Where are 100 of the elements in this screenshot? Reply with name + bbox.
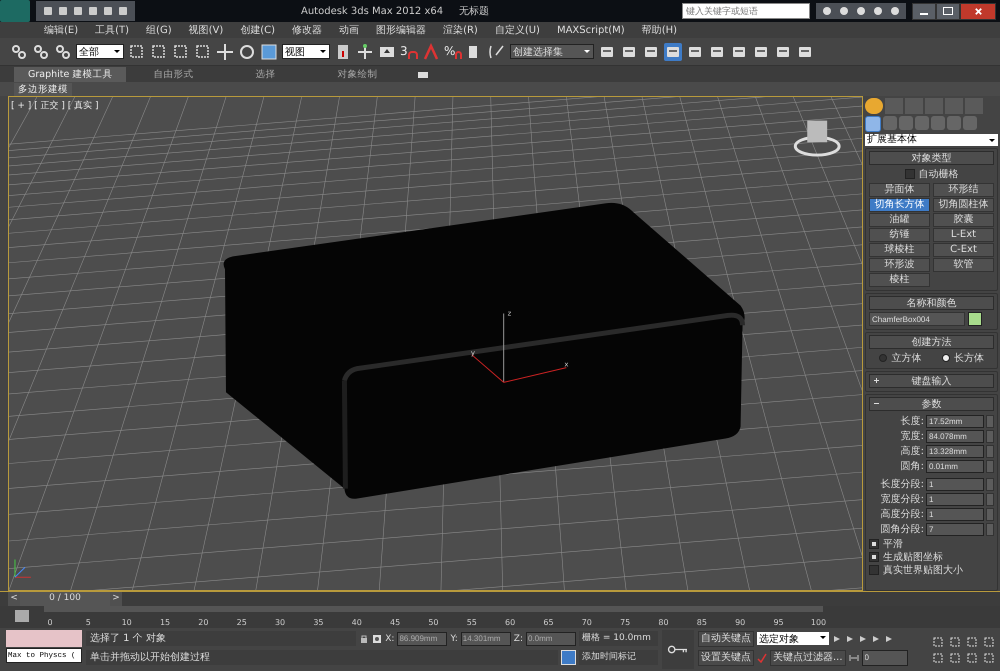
frame-number: 5: [84, 618, 92, 627]
checkbox[interactable]: [869, 552, 879, 562]
coordinate-label: Y:: [450, 634, 458, 644]
add-time-tag-button[interactable]: 添加时间标记: [579, 650, 658, 665]
object-type-button[interactable]: L-Ext: [933, 228, 994, 242]
ribbon-panel-tab[interactable]: 多边形建模: [14, 82, 72, 96]
maximize-button[interactable]: [936, 2, 960, 20]
frame-number: 0: [46, 618, 54, 627]
menu-item[interactable]: 视图(V): [188, 23, 224, 37]
checkbox[interactable]: [869, 539, 879, 549]
radio-button[interactable]: [942, 354, 950, 362]
radio-button[interactable]: [879, 354, 888, 362]
object-type-button[interactable]: 异面体: [869, 183, 930, 197]
menu-item[interactable]: MAXScript(M): [556, 24, 625, 36]
next-frame-button[interactable]: >: [110, 592, 122, 606]
key-target-dropdown[interactable]: 选定对象: [757, 632, 829, 645]
rectangle-selection-icon[interactable]: [172, 42, 190, 60]
rollout-header[interactable]: 对象类型: [869, 151, 994, 165]
move-icon[interactable]: [216, 42, 234, 60]
coordinate-field[interactable]: 14.301mm: [460, 632, 511, 646]
menu-item[interactable]: 修改器: [292, 23, 322, 37]
percent-snap-button[interactable]: %: [444, 44, 462, 59]
ribbon-tab[interactable]: 选择: [220, 67, 310, 82]
axis-tripod-icon: [14, 559, 32, 578]
ribbon-tab[interactable]: Graphite 建模工具: [14, 67, 126, 82]
rollout-header[interactable]: 名称和颜色: [869, 296, 994, 310]
checkbox[interactable]: [869, 565, 879, 575]
reference-coordinate-dropdown[interactable]: 视图: [282, 44, 330, 59]
ribbon-options-icon[interactable]: [418, 72, 428, 78]
parameter-field[interactable]: 1: [926, 508, 984, 520]
object-type-button[interactable]: 软管: [933, 258, 994, 272]
parameter-field[interactable]: 0.01mm: [926, 460, 984, 472]
parameter-label: 长度分段:: [880, 478, 924, 491]
parameter-label: 宽度分段:: [880, 492, 924, 506]
parameter-field[interactable]: 7: [926, 522, 984, 536]
category-dropdown[interactable]: 扩展基本体: [865, 134, 998, 146]
object-type-button[interactable]: 球棱柱: [869, 243, 930, 257]
parameter-field[interactable]: 13.328mm: [926, 444, 984, 458]
menu-item[interactable]: 工具(T): [95, 23, 130, 37]
absolute-mode-icon[interactable]: [372, 634, 382, 644]
menu-item[interactable]: 图形编辑器: [376, 23, 426, 37]
coordinate-field[interactable]: 0.0mm: [526, 632, 576, 646]
object-type-button[interactable]: 纺锤: [869, 228, 930, 242]
color-swatch[interactable]: [968, 312, 982, 326]
viewport-label[interactable]: [ + ] [ 正交 ] [ 真实 ]: [11, 99, 98, 112]
menu-item[interactable]: 组(G): [146, 23, 172, 37]
object-name-field[interactable]: ChamferBox004: [869, 312, 965, 326]
scale-icon[interactable]: [260, 42, 278, 60]
selection-filter-dropdown[interactable]: 全部: [76, 44, 124, 59]
manipulate-icon[interactable]: [356, 42, 374, 60]
menu-item[interactable]: 动画: [339, 23, 360, 37]
frame-number: 75: [619, 618, 632, 627]
menu-item[interactable]: 帮助(H): [642, 23, 678, 37]
coordinate-label: X:: [385, 634, 394, 644]
ribbon-tab[interactable]: 自由形式: [128, 67, 218, 82]
parameter-field[interactable]: 17.52mm: [926, 414, 984, 428]
object-type-button[interactable]: 切角长方体: [869, 198, 930, 212]
key-filters-button[interactable]: 关键点过滤器...: [770, 650, 846, 666]
menu-item[interactable]: 创建(C): [240, 23, 276, 37]
parameter-field[interactable]: 1: [926, 478, 984, 490]
menu-item[interactable]: 自定义(U): [494, 23, 540, 37]
set-key-button[interactable]: [662, 630, 694, 669]
minimize-button[interactable]: [912, 2, 936, 20]
document-title: 无标题: [459, 4, 490, 18]
checkbox[interactable]: [904, 169, 914, 179]
object-type-button[interactable]: 油罐: [869, 213, 930, 227]
object-type-button[interactable]: 环形结: [933, 183, 994, 197]
time-tag-icon[interactable]: [561, 650, 576, 665]
rollout-header[interactable]: 参数: [869, 397, 994, 411]
object-type-button[interactable]: 胶囊: [933, 213, 994, 227]
search-field[interactable]: 键入关键字或短语: [682, 3, 810, 19]
radio-label: 立方体: [891, 352, 922, 365]
time-slider-thumb[interactable]: 0 / 100: [20, 592, 110, 606]
coordinate-field[interactable]: 86.909mm: [397, 632, 448, 646]
view-cube-icon[interactable]: [794, 120, 841, 157]
sun-icon[interactable]: [865, 98, 883, 114]
listener-swatch[interactable]: [6, 630, 82, 647]
ribbon-tab[interactable]: 对象绘制: [312, 67, 402, 82]
parameter-field[interactable]: 84.078mm: [926, 430, 984, 442]
parameter-field[interactable]: 1: [926, 492, 984, 506]
object-type-button[interactable]: C-Ext: [933, 243, 994, 257]
object-type-button[interactable]: 切角圆柱体: [933, 198, 994, 212]
rollout-header[interactable]: 创建方法: [869, 335, 994, 349]
menu-item[interactable]: 渲染(R): [443, 23, 478, 37]
object-type-button[interactable]: 棱柱: [869, 273, 930, 287]
previous-frame-button[interactable]: <: [8, 592, 20, 606]
object-type-button[interactable]: 环形波: [869, 258, 930, 272]
frame-number: 50: [427, 618, 440, 627]
menu-item[interactable]: 编辑(E): [44, 23, 78, 37]
auto-key-button[interactable]: 自动关键点: [698, 630, 754, 646]
close-button[interactable]: [960, 2, 996, 20]
set-key-mode-button[interactable]: 设置关键点: [698, 650, 754, 666]
rollout-header[interactable]: 键盘输入: [869, 374, 994, 388]
lock-icon[interactable]: [359, 634, 370, 644]
named-selection-dropdown[interactable]: 创建选择集: [510, 44, 594, 59]
link-icon[interactable]: [10, 42, 28, 60]
play-icon[interactable]: [858, 634, 868, 644]
snap-toggle-button[interactable]: 3: [400, 44, 418, 59]
current-frame-field[interactable]: 0: [862, 650, 908, 666]
rotate-icon[interactable]: [238, 42, 256, 60]
